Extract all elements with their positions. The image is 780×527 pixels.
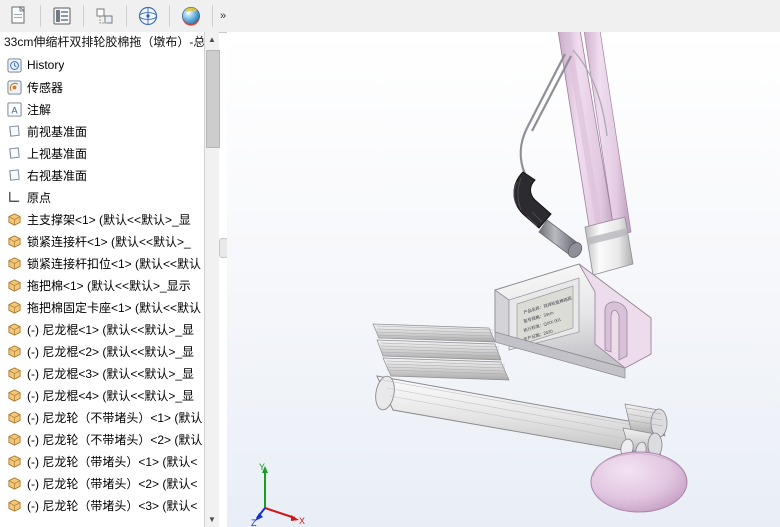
lock-linkage-group xyxy=(519,53,572,175)
tree-item-label: (-) 尼龙轮（不带堵头）<1> (默认 xyxy=(27,410,203,425)
tree-item-component-13[interactable]: (-) 尼龙轮（带堵头）<2> (默认< xyxy=(0,472,218,494)
tree-item-component-9[interactable]: (-) 尼龙棍<4> (默认<<默认>_显 xyxy=(0,384,218,406)
tree-item-component-11[interactable]: (-) 尼龙轮（不带堵头）<2> (默认 xyxy=(0,428,218,450)
tree-item-top-plane[interactable]: 上视基准面 xyxy=(0,142,218,164)
sensor-icon xyxy=(6,79,22,95)
tree-item-label: 上视基准面 xyxy=(27,146,88,161)
tree-item-label: (-) 尼龙棍<1> (默认<<默认>_显 xyxy=(27,322,195,337)
nylon-wheels-group xyxy=(620,403,668,459)
component-icon xyxy=(6,497,22,513)
tree-item-label: 右视基准面 xyxy=(27,168,88,183)
component-icon xyxy=(6,387,22,403)
tree-item-label: 原点 xyxy=(27,190,52,205)
tree-item-component-12[interactable]: (-) 尼龙轮（带堵头）<1> (默认< xyxy=(0,450,218,472)
component-icon xyxy=(6,409,22,425)
component-icon xyxy=(6,321,22,337)
toolbar: » xyxy=(0,0,780,33)
tree-item-label: (-) 尼龙轮（带堵头）<3> (默认< xyxy=(27,498,198,513)
nylon-rods-group xyxy=(372,323,510,381)
tree-item-component-4[interactable]: 拖把棉<1> (默认<<默认>_显示 xyxy=(0,274,218,296)
tree-item-label: 主支撑架<1> (默认<<默认>_显 xyxy=(27,212,191,227)
solidworks-window: » 33cm伸缩杆双排轮胶棉拖（墩布）-总 History 传感器 A 注解 前… xyxy=(0,0,780,527)
list-view-icon[interactable] xyxy=(43,1,81,31)
feature-tree-list[interactable]: History 传感器 A 注解 前视基准面 上视基准面 右视基准面 原点 主支… xyxy=(0,54,218,527)
component-icon xyxy=(6,453,22,469)
sponge-head-group xyxy=(590,451,688,513)
component-icon xyxy=(6,233,22,249)
tree-item-component-7[interactable]: (-) 尼龙棍<2> (默认<<默认>_显 xyxy=(0,340,218,362)
tree-item-component-6[interactable]: (-) 尼龙棍<1> (默认<<默认>_显 xyxy=(0,318,218,340)
plane-icon xyxy=(6,123,22,139)
tree-item-label: 锁紧连接杆<1> (默认<<默认>_ xyxy=(27,234,191,249)
tree-item-label: 传感器 xyxy=(27,80,64,95)
history-icon xyxy=(6,57,22,73)
tree-item-right-plane[interactable]: 右视基准面 xyxy=(0,164,218,186)
component-icon xyxy=(6,365,22,381)
tree-item-label: (-) 尼龙棍<3> (默认<<默认>_显 xyxy=(27,366,195,381)
svg-text:A: A xyxy=(11,105,18,115)
appearance-sphere-icon[interactable] xyxy=(172,1,210,31)
tree-item-label: 拖把棉固定卡座<1> (默认<<默认 xyxy=(27,300,202,315)
tree-item-component-2[interactable]: 锁紧连接杆<1> (默认<<默认>_ xyxy=(0,230,218,252)
assembly-title: 33cm伸缩杆双排轮胶棉拖（墩布）-总 xyxy=(4,35,206,49)
graphics-viewport[interactable]: 产品名称：双排轮胶棉拖把 型号规格：33cm 执行标准：Q/XX 001 生产日… xyxy=(227,32,780,527)
sketch-icon[interactable] xyxy=(86,1,124,31)
tree-item-label: (-) 尼龙轮（不带堵头）<2> (默认 xyxy=(27,432,203,447)
triad-z-label: Z xyxy=(251,518,257,527)
tree-item-label: 前视基准面 xyxy=(27,124,88,139)
tree-item-component-5[interactable]: 拖把棉固定卡座<1> (默认<<默认 xyxy=(0,296,218,318)
toolbar-overflow-button[interactable]: » xyxy=(215,1,231,31)
tree-item-component-8[interactable]: (-) 尼龙棍<3> (默认<<默认>_显 xyxy=(0,362,218,384)
toolbar-separator xyxy=(212,5,213,27)
toolbar-separator xyxy=(169,5,170,27)
rubber-elbow-group xyxy=(513,171,583,258)
scrollbar-thumb[interactable] xyxy=(206,50,220,148)
roller-drum-group xyxy=(375,375,658,457)
mop-head-housing: 产品名称：双排轮胶棉拖把 型号规格：33cm 执行标准：Q/XX 001 生产日… xyxy=(494,263,652,379)
tree-item-label: History xyxy=(27,58,65,72)
tree-item-label: 锁紧连接杆扣位<1> (默认<<默认 xyxy=(27,256,202,271)
component-icon xyxy=(6,255,22,271)
origin-icon xyxy=(6,189,22,205)
tree-item-label: (-) 尼龙轮（带堵头）<2> (默认< xyxy=(27,476,198,491)
toolbar-separator xyxy=(40,5,41,27)
tree-scrollbar[interactable]: ▲ ▼ xyxy=(204,32,220,527)
view-orientation-icon[interactable] xyxy=(129,1,167,31)
tree-item-component-1[interactable]: 主支撑架<1> (默认<<默认>_显 xyxy=(0,208,218,230)
new-document-icon[interactable] xyxy=(0,1,38,31)
tree-item-component-3[interactable]: 锁紧连接杆扣位<1> (默认<<默认 xyxy=(0,252,218,274)
plane-icon xyxy=(6,167,22,183)
feature-tree-panel: 33cm伸缩杆双排轮胶棉拖（墩布）-总 History 传感器 A 注解 前视基… xyxy=(0,32,219,527)
tree-item-label: (-) 尼龙棍<2> (默认<<默认>_显 xyxy=(27,344,195,359)
scroll-up-arrow[interactable]: ▲ xyxy=(205,32,219,47)
toolbar-separator xyxy=(126,5,127,27)
mop-assembly-model[interactable]: 产品名称：双排轮胶棉拖把 型号规格：33cm 执行标准：Q/XX 001 生产日… xyxy=(227,32,780,527)
tree-item-history[interactable]: History xyxy=(0,54,218,76)
scroll-down-arrow[interactable]: ▼ xyxy=(205,512,219,527)
plane-icon xyxy=(6,145,22,161)
component-icon xyxy=(6,277,22,293)
annotation-icon: A xyxy=(6,101,22,117)
tree-item-sensors[interactable]: 传感器 xyxy=(0,76,218,98)
component-icon xyxy=(6,299,22,315)
component-icon xyxy=(6,431,22,447)
tree-item-annotations[interactable]: A 注解 xyxy=(0,98,218,120)
tree-item-label: 注解 xyxy=(27,102,52,117)
tree-item-label: (-) 尼龙轮（带堵头）<1> (默认< xyxy=(27,454,198,469)
coordinate-triad: Y X Z xyxy=(251,462,305,527)
tree-item-front-plane[interactable]: 前视基准面 xyxy=(0,120,218,142)
triad-x-label: X xyxy=(299,516,305,526)
tree-item-label: 拖把棉<1> (默认<<默认>_显示 xyxy=(27,278,191,293)
tree-item-label: (-) 尼龙棍<4> (默认<<默认>_显 xyxy=(27,388,195,403)
component-icon xyxy=(6,475,22,491)
triad-y-label: Y xyxy=(259,462,265,472)
tree-item-component-10[interactable]: (-) 尼龙轮（不带堵头）<1> (默认 xyxy=(0,406,218,428)
toolbar-separator xyxy=(83,5,84,27)
component-icon xyxy=(6,343,22,359)
tree-item-component-14[interactable]: (-) 尼龙轮（带堵头）<3> (默认< xyxy=(0,494,218,516)
tree-item-origin[interactable]: 原点 xyxy=(0,186,218,208)
component-icon xyxy=(6,211,22,227)
